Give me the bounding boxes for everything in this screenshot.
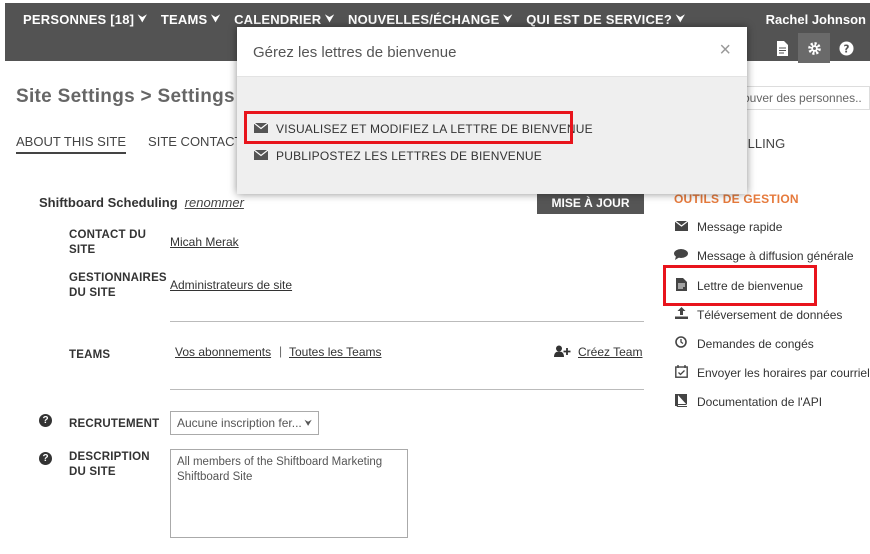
tool-api-docs[interactable]: Documentation de l'API — [674, 394, 822, 410]
tool-label: Message rapide — [697, 220, 783, 234]
my-subscriptions-link[interactable]: Vos abonnements — [175, 345, 271, 359]
description-textarea[interactable]: All members of the Shiftboard Marketing … — [170, 449, 408, 538]
chevron-down-icon: ⮟ — [211, 14, 221, 25]
upload-icon — [674, 307, 688, 322]
add-user-icon[interactable] — [554, 345, 571, 361]
nav-calendar[interactable]: CALENDRIER ⮟ — [234, 12, 334, 27]
settings-tabs: ABOUT THIS SITE SITE CONTACT — [16, 134, 242, 154]
tool-label: Téléversement de données — [697, 307, 843, 322]
tool-quick-message[interactable]: Message rapide — [674, 220, 782, 234]
main-nav: PERSONNES [18] ⮟ TEAMS ⮟ CALENDRIER ⮟ NOUVE… — [23, 12, 685, 27]
tab-billing[interactable]: ILLING — [744, 136, 785, 151]
modal-header: Gérez les lettres de bienvenue × — [237, 27, 747, 77]
create-team-link[interactable]: Créez Team — [578, 345, 642, 359]
update-button[interactable]: MISE À JOUR — [537, 193, 644, 214]
modal-title: Gérez les lettres de bienvenue — [253, 44, 457, 61]
highlight-box — [663, 265, 817, 306]
document-icon[interactable] — [766, 33, 798, 63]
speech-bubble-icon — [674, 249, 688, 263]
divider — [170, 389, 644, 390]
tool-label: Demandes de congés — [697, 336, 814, 351]
user-name[interactable]: Rachel Johnson — [766, 12, 866, 27]
book-icon — [674, 394, 688, 410]
calendar-check-icon — [674, 365, 688, 381]
recruitment-select[interactable]: Aucune inscription fer... ⮟ — [170, 411, 319, 435]
gear-icon[interactable] — [798, 33, 830, 63]
chevron-down-icon: ⮟ — [503, 14, 513, 25]
option-label: PUBLIPOSTEZ LES LETTRES DE BIENVENUE — [276, 149, 542, 163]
managers-link[interactable]: Administrateurs de site — [170, 278, 292, 292]
chevron-down-icon: ⮟ — [325, 14, 335, 25]
contact-link[interactable]: Micah Merak — [170, 235, 239, 249]
tool-broadcast-message[interactable]: Message à diffusion générale — [674, 249, 854, 263]
highlight-box — [244, 111, 573, 144]
tool-data-upload[interactable]: Téléversement de données — [674, 307, 842, 322]
tab-about-this-site[interactable]: ABOUT THIS SITE — [16, 134, 127, 154]
tool-leave-requests[interactable]: Demandes de congés — [674, 336, 814, 351]
help-icon[interactable]: ? — [39, 452, 52, 465]
managers-label: GESTIONNAIRES DU SITE — [69, 272, 167, 299]
site-name: Shiftboard Scheduling — [39, 195, 178, 210]
tools-heading: OUTILS DE GESTION — [674, 192, 799, 206]
all-teams-link[interactable]: Toutes les Teams — [289, 345, 382, 359]
site-name-row: Shiftboard Scheduling renommer — [39, 195, 244, 210]
nav-news[interactable]: NOUVELLES/ÉCHANGE ⮟ — [348, 12, 512, 27]
tool-label: Envoyer les horaires par courriel — [697, 366, 870, 380]
recruitment-select-value: Aucune inscription fer... — [177, 416, 302, 430]
contact-label: CONTACT DU SITE — [69, 229, 147, 256]
divider — [170, 321, 644, 322]
nav-calendar-label: CALENDRIER — [234, 12, 322, 27]
tab-site-contact[interactable]: SITE CONTACT — [148, 134, 242, 154]
chevron-down-icon: ⮟ — [304, 417, 312, 428]
nav-news-label: NOUVELLES/ÉCHANGE — [348, 12, 500, 27]
tool-label: Documentation de l'API — [697, 395, 823, 409]
nav-on-duty-label: QUI EST DE SERVICE? — [526, 12, 673, 27]
link-separator: | — [279, 344, 283, 358]
nav-people-label: PERSONNES [18] — [23, 12, 135, 27]
search-input[interactable]: ouver des personnes.. — [736, 86, 870, 110]
teams-label: TEAMS — [69, 349, 111, 361]
nav-people[interactable]: PERSONNES [18] ⮟ — [23, 12, 147, 27]
tool-email-schedules[interactable]: Envoyer les horaires par courriel — [674, 365, 870, 381]
mail-merge-letters-option[interactable]: PUBLIPOSTEZ LES LETTRES DE BIENVENUE — [253, 149, 542, 163]
rename-link[interactable]: renommer — [185, 195, 244, 210]
description-label: DESCRIPTION DU SITE — [69, 451, 150, 478]
help-icon[interactable]: ? — [830, 33, 862, 63]
help-icon[interactable]: ? — [39, 414, 52, 427]
nav-teams-label: TEAMS — [160, 12, 208, 27]
page-title: Site Settings > Settings — [16, 86, 235, 107]
recruitment-label: RECRUTEMENT — [69, 418, 160, 430]
nav-on-duty[interactable]: QUI EST DE SERVICE? ⮟ — [526, 12, 685, 27]
close-icon[interactable]: × — [719, 39, 731, 62]
svg-text:?: ? — [843, 43, 849, 55]
chevron-down-icon: ⮟ — [676, 14, 685, 25]
top-icons: ? — [766, 33, 870, 63]
envelope-icon — [253, 149, 269, 163]
overflow-icon[interactable] — [862, 33, 870, 63]
chevron-down-icon: ⮟ — [138, 14, 147, 25]
envelope-icon — [674, 220, 688, 234]
clock-icon — [674, 336, 688, 351]
tool-label: Message à diffusion générale — [697, 249, 854, 263]
nav-teams[interactable]: TEAMS ⮟ — [161, 12, 220, 27]
